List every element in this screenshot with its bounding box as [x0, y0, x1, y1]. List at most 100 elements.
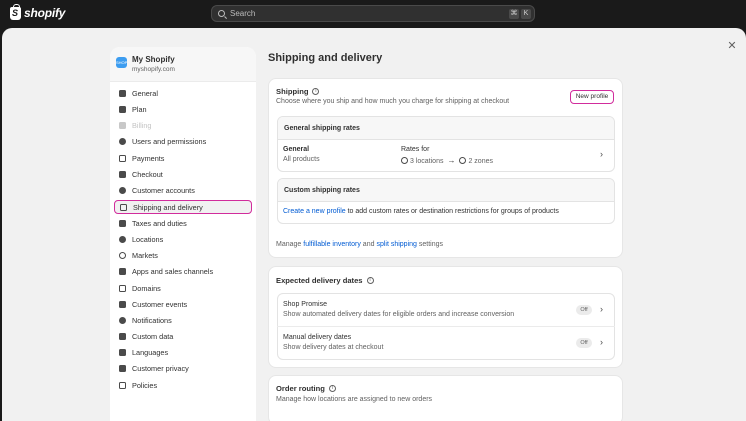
- zones-count: 2 zones: [468, 158, 493, 165]
- status-badge: Off: [576, 305, 592, 315]
- users-icon: [118, 137, 126, 145]
- search-input[interactable]: Search ⌘ K: [211, 5, 535, 22]
- brand-name: shopify: [24, 6, 66, 20]
- sidebar-item-label: Checkout: [132, 169, 163, 179]
- sidebar-item-customer-accounts[interactable]: Customer accounts: [114, 183, 252, 197]
- info-icon[interactable]: i: [312, 88, 320, 95]
- arrow-right-icon: →: [447, 156, 456, 165]
- plan-icon: [118, 105, 126, 113]
- sidebar-item-plan[interactable]: Plan: [114, 102, 252, 116]
- manage-settings-text: Manage fulfillable inventory and split s…: [276, 241, 443, 248]
- general-rates-header: General shipping rates: [278, 117, 614, 140]
- shipping-subtitle: Choose where you ship and how much you c…: [276, 98, 510, 105]
- shop-promise-title[interactable]: Shop Promise: [283, 301, 327, 308]
- tax-icon: [118, 219, 126, 227]
- language-icon: [118, 348, 126, 356]
- store-switcher[interactable]: SHOP My Shopify myshopify.com: [110, 47, 256, 82]
- chevron-right-icon[interactable]: ›: [600, 337, 603, 347]
- sidebar-item-label: Domains: [132, 283, 161, 293]
- sidebar-item-taxes[interactable]: Taxes and duties: [114, 216, 252, 230]
- store-icon: [118, 89, 126, 97]
- sidebar-item-checkout[interactable]: Checkout: [114, 167, 252, 181]
- sidebar-item-policies[interactable]: Policies: [114, 378, 252, 392]
- sidebar-item-general[interactable]: General: [114, 86, 252, 100]
- person-icon: [118, 186, 126, 194]
- sidebar-item-languages[interactable]: Languages: [114, 345, 252, 359]
- sidebar-item-label: Billing: [132, 120, 152, 130]
- search-icon: [218, 10, 225, 17]
- info-icon[interactable]: i: [366, 277, 374, 284]
- split-shipping-link[interactable]: split shipping: [376, 241, 416, 248]
- new-profile-button[interactable]: New profile: [570, 90, 614, 104]
- apps-icon: [118, 267, 126, 275]
- sidebar-item-label: Languages: [132, 347, 169, 357]
- create-profile-link[interactable]: Create a new profile: [283, 208, 346, 215]
- truck-icon: [119, 203, 127, 211]
- k-key: K: [521, 9, 531, 19]
- shopify-bag-icon: [10, 3, 21, 20]
- bell-icon: [118, 316, 126, 324]
- sidebar-item-apps[interactable]: Apps and sales channels: [114, 264, 252, 278]
- store-avatar: SHOP: [116, 57, 127, 68]
- sidebar-item-privacy[interactable]: Customer privacy: [114, 361, 252, 375]
- sidebar-item-locations[interactable]: Locations: [114, 232, 252, 246]
- fulfillable-inventory-link[interactable]: fulfillable inventory: [303, 241, 361, 248]
- locations-count: 3 locations: [410, 158, 444, 165]
- close-icon[interactable]: ✕: [725, 39, 739, 53]
- chevron-right-icon[interactable]: ›: [600, 149, 603, 159]
- sidebar-item-label: Locations: [132, 234, 164, 244]
- sidebar-item-billing[interactable]: Billing: [114, 118, 252, 132]
- shipping-title-text: Shipping: [276, 87, 309, 96]
- manual-delivery-title[interactable]: Manual delivery dates: [283, 334, 351, 341]
- rates-summary: 3 locations → 2 zones: [401, 156, 493, 165]
- sidebar-item-users[interactable]: Users and permissions: [114, 134, 252, 148]
- search-placeholder: Search: [230, 9, 256, 18]
- sidebar-item-label: Users and permissions: [132, 136, 207, 146]
- sidebar-item-label: Taxes and duties: [132, 218, 187, 228]
- sidebar-item-label: Apps and sales channels: [132, 266, 214, 276]
- sidebar-item-custom-data[interactable]: Custom data: [114, 329, 252, 343]
- sidebar-item-label: Payments: [132, 153, 165, 163]
- shop-promise-desc: Show automated delivery dates for eligib…: [283, 311, 515, 318]
- billing-icon: [118, 121, 126, 129]
- general-profile-scope: All products: [283, 156, 320, 163]
- sidebar-item-label: Policies: [132, 380, 158, 390]
- sidebar-item-label: Plan: [132, 104, 147, 114]
- info-icon[interactable]: i: [328, 385, 336, 392]
- sidebar-item-customer-events[interactable]: Customer events: [114, 297, 252, 311]
- sidebar-item-label: Customer privacy: [132, 363, 189, 373]
- command-key: ⌘: [509, 9, 519, 19]
- expected-delivery-title: Expected delivery dates i: [276, 276, 374, 285]
- sidebar-item-payments[interactable]: Payments: [114, 151, 252, 165]
- globe-icon: [459, 157, 467, 164]
- sidebar-item-label: General: [132, 88, 158, 98]
- shopify-logo[interactable]: shopify: [10, 3, 66, 20]
- sidebar-item-notifications[interactable]: Notifications: [114, 313, 252, 327]
- sidebar-item-label: Custom data: [132, 331, 174, 341]
- payments-icon: [118, 154, 126, 162]
- policies-icon: [118, 381, 126, 389]
- sidebar-item-label: Customer events: [132, 299, 188, 309]
- manage-suffix: settings: [418, 241, 443, 248]
- manual-delivery-desc: Show delivery dates at checkout: [283, 344, 384, 351]
- manage-and: and: [362, 241, 375, 248]
- sidebar-item-domains[interactable]: Domains: [114, 281, 252, 295]
- location-icon: [118, 235, 126, 243]
- cart-icon: [118, 170, 126, 178]
- custom-rates-text: Create a new profile to add custom rates…: [283, 208, 559, 215]
- custom-rates-description: to add custom rates or destination restr…: [347, 208, 559, 215]
- general-profile-name[interactable]: General: [283, 146, 309, 153]
- sidebar-item-label: Notifications: [132, 315, 172, 325]
- sidebar-item-markets[interactable]: Markets: [114, 248, 252, 262]
- chevron-right-icon[interactable]: ›: [600, 304, 603, 314]
- sidebar-item-label: Customer accounts: [132, 185, 195, 195]
- sidebar-item-label: Shipping and delivery: [133, 202, 203, 212]
- manage-prefix: Manage: [276, 241, 302, 248]
- custom-rates-box: Custom shipping rates: [277, 178, 615, 224]
- globe-icon: [118, 251, 126, 259]
- sidebar-item-label: Markets: [132, 250, 158, 260]
- sidebar-item-shipping[interactable]: Shipping and delivery: [114, 200, 252, 214]
- custom-rates-header: Custom shipping rates: [278, 179, 614, 202]
- domains-icon: [118, 284, 126, 292]
- shipping-title: Shipping i: [276, 87, 320, 96]
